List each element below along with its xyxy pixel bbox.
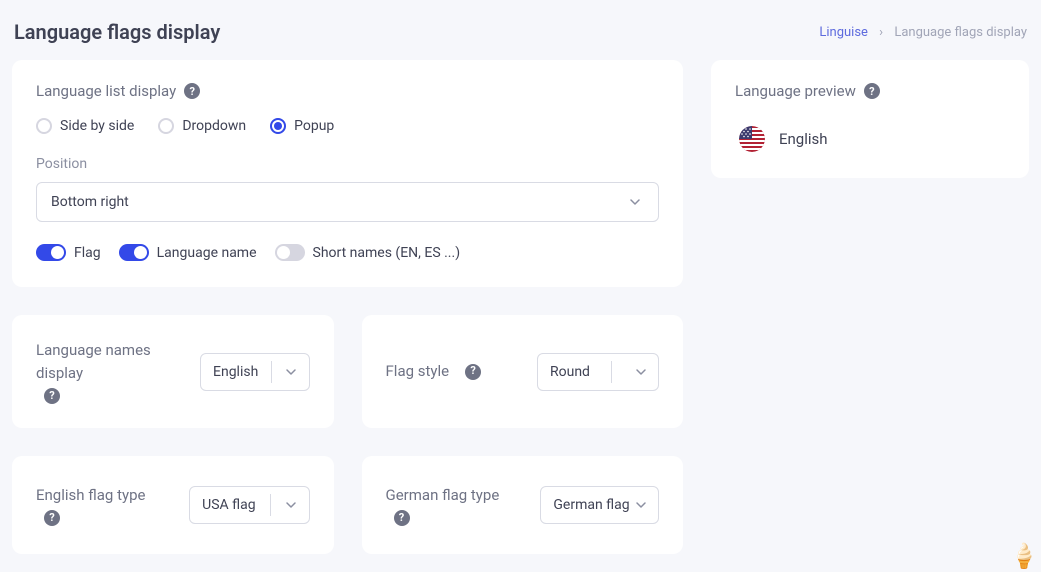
language-preview-label: Language preview ? — [735, 82, 1005, 100]
toggle-flag-label: Flag — [74, 245, 101, 261]
language-preview-item[interactable]: English — [735, 118, 1005, 156]
german-flag-type-card: German flag type ? German flag — [362, 456, 684, 554]
english-flag-type-label: English flag type ? — [36, 484, 175, 527]
help-icon[interactable]: ? — [864, 83, 880, 99]
help-icon[interactable]: ? — [44, 388, 60, 404]
flag-style-card: Flag style ? Round — [362, 315, 684, 428]
breadcrumb: Linguise › Language flags display — [819, 25, 1027, 40]
position-label: Position — [36, 156, 659, 172]
toggle-short-names[interactable] — [275, 244, 305, 261]
radio-icon — [270, 118, 286, 134]
toggle-short-names-label: Short names (EN, ES ...) — [313, 245, 461, 261]
toggle-flag[interactable] — [36, 244, 66, 261]
toggle-language-name-label: Language name — [157, 245, 257, 261]
german-flag-type-label: German flag type ? — [386, 484, 527, 527]
help-icon[interactable]: ? — [465, 364, 481, 380]
german-flag-type-select[interactable]: German flag — [540, 486, 659, 524]
radio-popup[interactable]: Popup — [270, 118, 334, 134]
decoration-icon: 🍦 — [1009, 542, 1039, 570]
language-preview-name: English — [779, 130, 828, 148]
chevron-right-icon: › — [879, 25, 883, 40]
chevron-down-icon — [282, 363, 300, 381]
english-flag-type-select[interactable]: USA flag — [189, 486, 309, 524]
radio-icon — [158, 118, 174, 134]
help-icon[interactable]: ? — [184, 83, 200, 99]
language-names-display-card: Language names display ? English — [12, 315, 334, 428]
position-select[interactable]: Bottom right — [36, 182, 659, 222]
language-names-display-label: Language names display ? — [36, 339, 186, 404]
english-flag-type-card: English flag type ? USA flag — [12, 456, 334, 554]
help-icon[interactable]: ? — [394, 510, 410, 526]
language-list-display-label: Language list display ? — [36, 82, 659, 100]
radio-side-by-side[interactable]: Side by side — [36, 118, 134, 134]
language-list-display-card: Language list display ? Side by side Dro… — [12, 60, 683, 287]
radio-icon — [36, 118, 52, 134]
page-title: Language flags display — [14, 20, 220, 44]
chevron-down-icon — [626, 193, 644, 211]
toggle-language-name[interactable] — [119, 244, 149, 261]
flag-style-label: Flag style ? — [386, 360, 482, 383]
chevron-down-icon — [632, 363, 650, 381]
breadcrumb-root-link[interactable]: Linguise — [819, 25, 868, 40]
us-flag-icon — [739, 126, 765, 152]
chevron-down-icon — [282, 496, 300, 514]
breadcrumb-current: Language flags display — [894, 25, 1027, 40]
language-preview-card: Language preview ? — [711, 60, 1029, 178]
help-icon[interactable]: ? — [44, 510, 60, 526]
language-names-display-select[interactable]: English — [200, 353, 310, 391]
radio-dropdown[interactable]: Dropdown — [158, 118, 246, 134]
chevron-down-icon — [632, 496, 650, 514]
flag-style-select[interactable]: Round — [537, 353, 659, 391]
